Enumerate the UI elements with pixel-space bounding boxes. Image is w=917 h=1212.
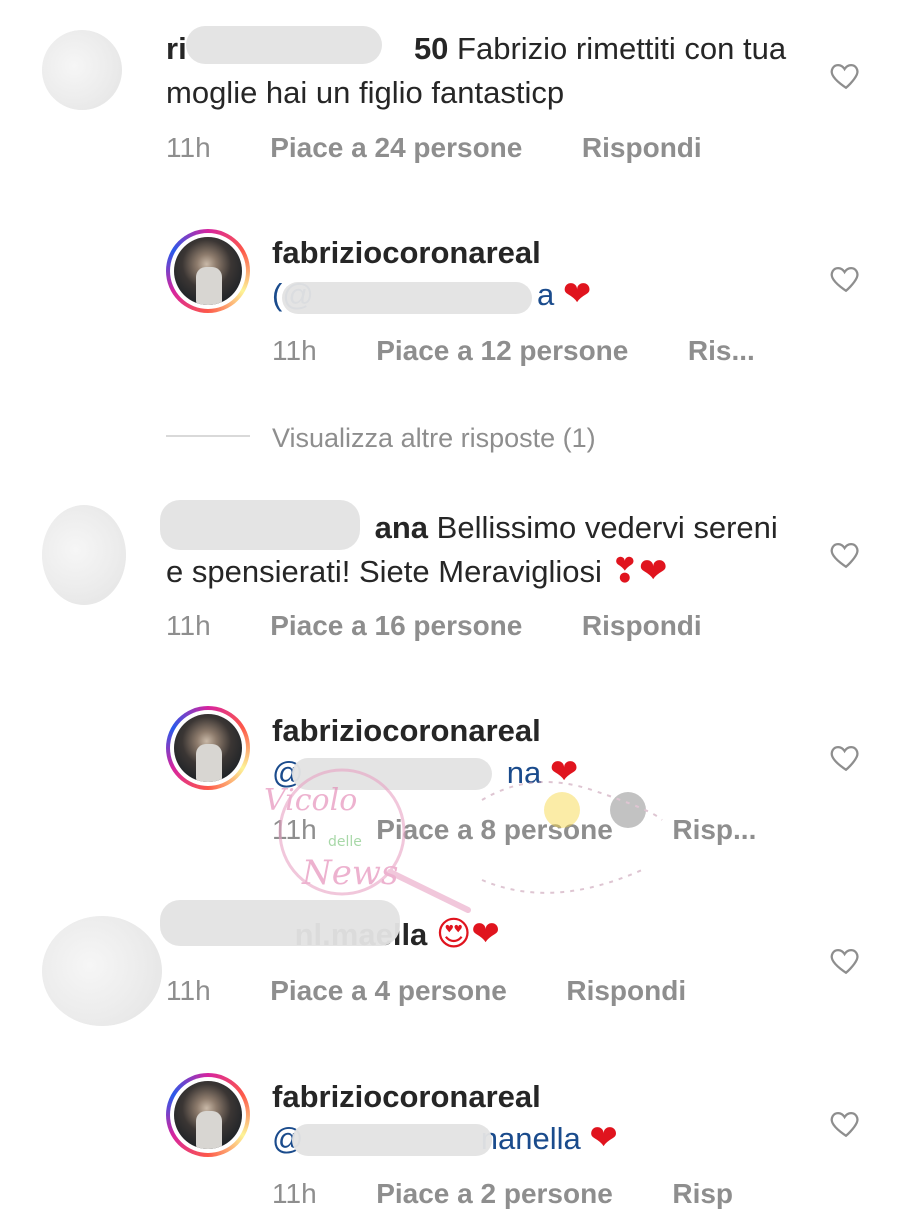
heart-outline-icon[interactable] — [829, 261, 863, 295]
watermark-word-3: News — [301, 853, 398, 893]
comment-body-line2: moglie hai un figlio fantasticp — [166, 75, 565, 110]
redaction-scribble — [292, 1124, 492, 1156]
mention-tail[interactable]: a — [537, 277, 554, 312]
avatar[interactable] — [42, 505, 126, 605]
avatar[interactable] — [166, 229, 250, 313]
reply-button[interactable]: Rispondi — [566, 975, 686, 1006]
redaction-scribble — [282, 282, 532, 314]
likes-count[interactable]: Piace a 4 persone — [270, 975, 507, 1006]
avatar[interactable] — [42, 916, 162, 1026]
heart-outline-icon[interactable] — [829, 58, 863, 92]
mention-tail[interactable]: nanella — [481, 1121, 581, 1156]
reply-button[interactable]: Risp — [672, 1178, 733, 1209]
red-heart-emoji: ❤ — [589, 1119, 618, 1157]
comment-time: 11h — [272, 814, 317, 845]
reply-username[interactable]: fabriziocoronareal — [272, 1076, 541, 1118]
red-heart-emoji: ❤ — [549, 753, 579, 791]
avatar[interactable] — [42, 30, 122, 110]
comment-meta: 11h Piace a 12 persone Ris... — [272, 333, 755, 369]
comment-time: 11h — [166, 975, 211, 1006]
comment-meta: 11h Piace a 16 persone Rispondi — [166, 608, 702, 644]
comment-meta: 11h Piace a 8 persone Risp... — [272, 812, 756, 848]
comment-body-line1: Bellissimo vedervi sereni — [436, 510, 778, 545]
comment-body-text: e spensierati! Siete Meravigliosi — [166, 554, 602, 589]
heart-outline-icon[interactable] — [829, 1106, 863, 1140]
replies-divider — [166, 435, 250, 437]
avatar[interactable] — [166, 706, 250, 790]
comment-meta: 11h Piace a 24 persone Rispondi — [166, 130, 702, 166]
comment-username[interactable]: ri — [166, 31, 187, 66]
comment-time: 11h — [166, 610, 211, 641]
comment-time: 11h — [272, 1178, 317, 1209]
likes-count[interactable]: Piace a 8 persone — [376, 814, 613, 845]
redaction-scribble — [186, 26, 382, 64]
view-more-replies-button[interactable]: Visualizza altre risposte (1) — [272, 420, 596, 456]
redaction-scribble — [160, 900, 400, 946]
comment-meta: 11h Piace a 4 persone Rispondi — [166, 973, 686, 1009]
reply-button[interactable]: Rispondi — [582, 610, 702, 641]
heart-outline-icon[interactable] — [829, 740, 863, 774]
likes-count[interactable]: Piace a 2 persone — [376, 1178, 613, 1209]
heart-outline-icon[interactable] — [829, 943, 863, 977]
comment-meta: 11h Piace a 2 persone Risp — [272, 1176, 733, 1212]
heart-outline-icon[interactable] — [829, 537, 863, 571]
comment-username-tail[interactable]: 50 — [414, 31, 448, 66]
avatar[interactable] — [166, 1073, 250, 1157]
reply-button[interactable]: Risp... — [672, 814, 756, 845]
mention-tail[interactable]: na — [507, 755, 541, 790]
red-heart-emoji: ❤ — [562, 275, 592, 313]
comment-username-tail[interactable]: ana — [375, 510, 428, 545]
reply-username[interactable]: fabriziocoronareal — [272, 232, 541, 274]
red-heart-emoji: ❣❤ — [610, 552, 668, 590]
comment-time: 11h — [272, 335, 317, 366]
reply-button[interactable]: Ris... — [688, 335, 755, 366]
reply-button[interactable]: Rispondi — [582, 132, 702, 163]
redaction-scribble — [160, 500, 360, 550]
likes-count[interactable]: Piace a 24 persone — [270, 132, 522, 163]
comment-body-line1: Fabrizio rimettiti con tua — [457, 31, 787, 66]
redaction-scribble — [292, 758, 492, 790]
likes-count[interactable]: Piace a 12 persone — [376, 335, 628, 366]
comment-body-line2: e spensierati! Siete Meravigliosi ❣❤ — [166, 551, 668, 593]
heart-eyes-emoji: 😍❤ — [435, 915, 500, 953]
reply-username[interactable]: fabriziocoronareal — [272, 710, 541, 752]
comment-time: 11h — [166, 132, 211, 163]
likes-count[interactable]: Piace a 16 persone — [270, 610, 522, 641]
